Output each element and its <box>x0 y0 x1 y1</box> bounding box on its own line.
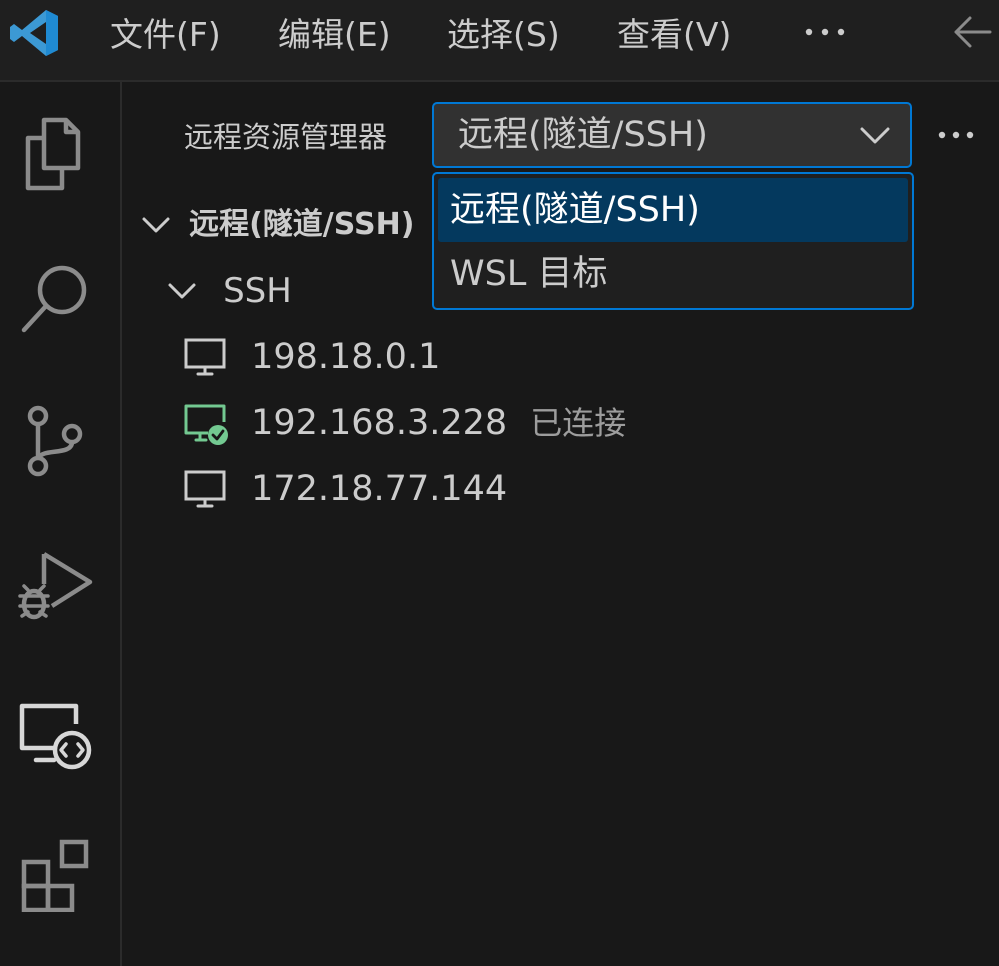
menu-edit[interactable]: 编辑(E) <box>278 10 391 60</box>
ellipsis-icon[interactable] <box>800 10 850 54</box>
ssh-host-label: 172.18.77.144 <box>251 468 508 509</box>
dropdown-option-wsl[interactable]: WSL 目标 <box>438 242 908 306</box>
remote-type-select[interactable]: 远程(隧道/SSH) <box>432 102 912 168</box>
vscode-logo-icon[interactable] <box>8 6 62 60</box>
remote-explorer-icon[interactable] <box>14 694 94 774</box>
explorer-files-icon[interactable] <box>14 112 94 192</box>
source-control-icon[interactable] <box>14 400 94 480</box>
tree-group-ssh[interactable]: SSH <box>164 262 292 318</box>
section-title: 远程(隧道/SSH) <box>189 206 415 242</box>
dropdown-option-remote[interactable]: 远程(隧道/SSH) <box>438 178 908 242</box>
search-icon[interactable] <box>14 256 94 336</box>
tree-group-label: SSH <box>223 270 292 311</box>
title-bar: 文件(F) 编辑(E) 选择(S) 查看(V) <box>0 0 999 82</box>
chevron-down-icon <box>168 283 196 298</box>
chevron-down-icon <box>860 127 890 144</box>
monitor-connected-icon <box>184 404 228 445</box>
activity-bar <box>0 82 122 966</box>
ssh-host-item[interactable]: 172.18.77.144 <box>182 460 507 516</box>
monitor-icon <box>184 470 226 507</box>
remote-type-dropdown: 远程(隧道/SSH) WSL 目标 <box>432 172 914 310</box>
menu-view[interactable]: 查看(V) <box>617 10 731 60</box>
remote-type-select-value: 远程(隧道/SSH) <box>458 115 708 155</box>
views-more-actions-icon[interactable] <box>934 118 978 152</box>
ssh-host-item[interactable]: 192.168.3.228 已连接 <box>182 394 626 450</box>
menu-file[interactable]: 文件(F) <box>110 10 221 60</box>
remote-explorer-sidebar: 远程资源管理器 远程(隧道/SSH) 远程(隧道/SSH) SSH 198.18… <box>124 82 999 966</box>
menu-selection[interactable]: 选择(S) <box>447 10 560 60</box>
chevron-down-icon <box>142 217 170 232</box>
ssh-host-label: 192.168.3.228 <box>251 402 508 443</box>
monitor-icon <box>184 338 226 375</box>
section-header-remote[interactable]: 远程(隧道/SSH) <box>138 196 414 252</box>
extensions-icon[interactable] <box>14 832 94 912</box>
ssh-host-item[interactable]: 198.18.0.1 <box>182 328 440 384</box>
connection-status: 已连接 <box>530 403 627 442</box>
arrow-left-icon[interactable] <box>950 12 994 52</box>
sidebar-title: 远程资源管理器 <box>184 120 388 154</box>
run-debug-icon[interactable] <box>14 544 94 624</box>
ssh-host-label: 198.18.0.1 <box>251 336 441 377</box>
